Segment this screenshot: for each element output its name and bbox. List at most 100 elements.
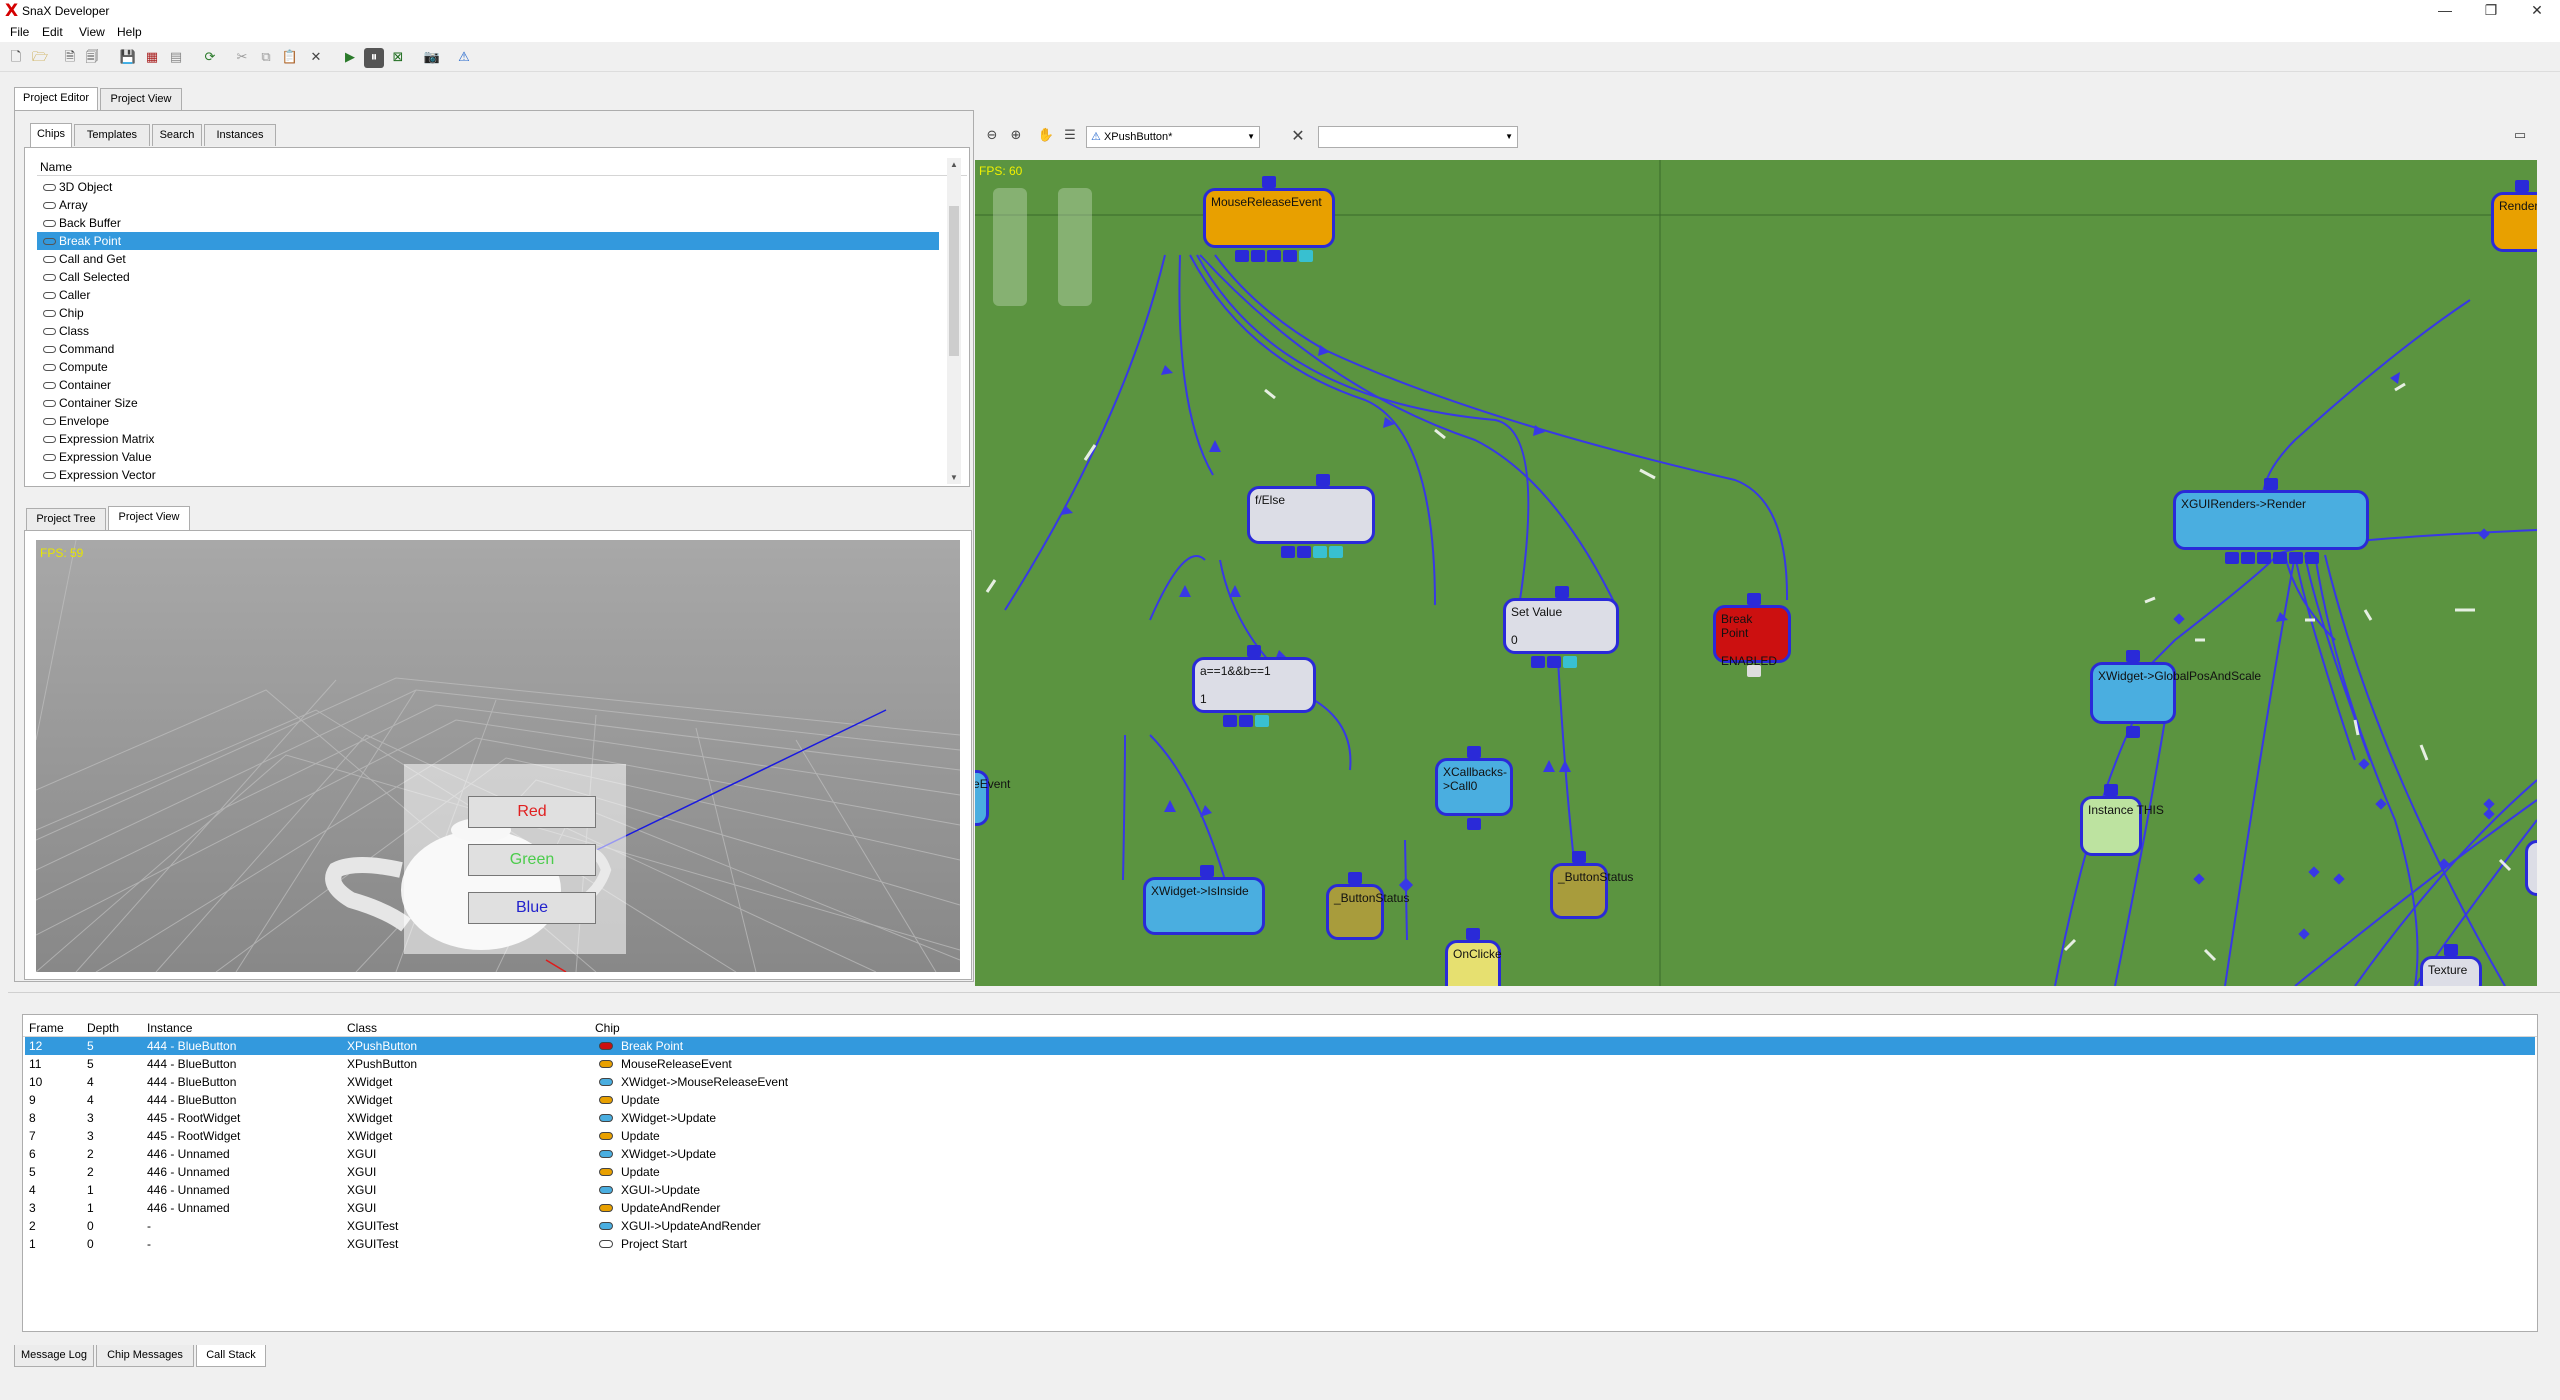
menu-file[interactable]: File <box>10 25 29 39</box>
pin[interactable] <box>1251 250 1265 262</box>
tab-instances[interactable]: Instances <box>204 124 276 146</box>
delete-icon[interactable]: ✕ <box>306 48 326 68</box>
column-depth[interactable]: Depth <box>87 1019 119 1037</box>
pin[interactable] <box>2104 784 2118 796</box>
call-stack-row[interactable]: 10 4 444 - BlueButton XWidget XWidget->Mouse… <box>25 1073 2535 1091</box>
node-texture[interactable]: Texture <box>2420 956 2482 986</box>
tab-search[interactable]: Search <box>152 124 202 146</box>
column-frame[interactable]: Frame <box>29 1019 64 1037</box>
node-instance-this[interactable]: Instance THIS <box>2080 796 2164 856</box>
tab-message-log[interactable]: Message Log <box>14 1345 94 1367</box>
node-render[interactable]: Render <box>2491 192 2537 252</box>
chips-scrollbar[interactable]: ▲ ▼ <box>947 158 961 484</box>
pin[interactable] <box>2225 552 2239 564</box>
open-folder-icon[interactable]: 🗁 <box>30 48 50 68</box>
graph-icon[interactable]: ⚠ <box>454 48 474 68</box>
chip-list-item[interactable]: Expression Vector <box>37 466 939 484</box>
pin[interactable] <box>2515 180 2529 192</box>
chip-list-item[interactable]: 3D Object <box>37 178 939 196</box>
call-stack-row[interactable]: 1 0 - XGUITest Project Start <box>25 1235 2535 1253</box>
chip-list-item[interactable]: Command <box>37 340 939 358</box>
function-select[interactable]: ▼ <box>1318 126 1518 148</box>
chip-list-item[interactable]: Array <box>37 196 939 214</box>
pause-icon[interactable]: ⏸ <box>364 48 384 68</box>
chip-list-item[interactable]: Call Selected <box>37 268 939 286</box>
pin[interactable] <box>1281 546 1295 558</box>
node-expression[interactable]: a==1&&b==1 1 <box>1192 657 1316 713</box>
menu-edit[interactable]: Edit <box>42 25 63 39</box>
call-stack-row[interactable]: 7 3 445 - RootWidget XWidget Update <box>25 1127 2535 1145</box>
column-chip[interactable]: Chip <box>595 1019 620 1037</box>
chip-list-item[interactable]: Caller <box>37 286 939 304</box>
chip-list-item[interactable]: Class <box>37 322 939 340</box>
chip-list-item[interactable]: Container Size <box>37 394 939 412</box>
pin[interactable] <box>1247 645 1261 657</box>
scroll-handle-right[interactable] <box>1058 188 1092 306</box>
call-stack-row[interactable]: 4 1 446 - Unnamed XGUI XGUI->Update <box>25 1181 2535 1199</box>
tab-project-tree[interactable]: Project Tree <box>26 508 106 530</box>
node-button-status-2[interactable]: _ButtonStatus <box>1550 863 1633 919</box>
clear-icon[interactable]: ✕ <box>1288 126 1308 146</box>
back-icon[interactable]: ⊖ <box>982 126 1002 146</box>
node-xcallbacks-call0[interactable]: XCallbacks->Call0 <box>1435 758 1513 816</box>
pin[interactable] <box>1467 746 1481 758</box>
scroll-thumb[interactable] <box>949 206 959 356</box>
maximize-panel-icon[interactable]: ▭ <box>2510 126 2530 146</box>
pin[interactable] <box>1747 665 1761 677</box>
tab-project-view[interactable]: Project View <box>100 88 182 110</box>
save-all-icon[interactable]: ▦ <box>142 48 162 68</box>
tab-call-stack[interactable]: Call Stack <box>196 1345 266 1367</box>
pin[interactable] <box>1572 851 1586 863</box>
chip-list-item[interactable]: Call and Get <box>37 250 939 268</box>
pin[interactable] <box>1747 593 1761 605</box>
new-doc-icon[interactable]: 🗎 <box>60 48 80 68</box>
pin[interactable] <box>2126 726 2140 738</box>
call-stack-row[interactable]: 3 1 446 - Unnamed XGUI UpdateAndRender <box>25 1199 2535 1217</box>
pin[interactable] <box>2126 650 2140 662</box>
node-xwidget-isinside[interactable]: XWidget->IsInside <box>1143 877 1265 935</box>
menu-view[interactable]: View <box>79 25 105 39</box>
chip-graph-canvas[interactable]: FPS: 60 MouseReleaseEvent f/Else Set Val… <box>975 160 2537 986</box>
pin[interactable] <box>1297 546 1311 558</box>
class-select[interactable]: ⚠ XPushButton* ▼ <box>1086 126 1260 148</box>
refresh-icon[interactable]: ⟳ <box>200 48 220 68</box>
pin[interactable] <box>1547 656 1561 668</box>
pin[interactable] <box>1467 818 1481 830</box>
green-button[interactable]: Green <box>468 844 596 876</box>
pin[interactable] <box>1235 250 1249 262</box>
blue-button[interactable]: Blue <box>468 892 596 924</box>
pin[interactable] <box>1255 715 1269 727</box>
chip-list-item[interactable]: Container <box>37 376 939 394</box>
play-icon[interactable]: ▶ <box>340 48 360 68</box>
menu-help[interactable]: Help <box>117 25 142 39</box>
pin[interactable] <box>2444 944 2458 956</box>
node-release-event-offscreen[interactable]: seReleaseEvent <box>975 770 1010 826</box>
chip-list-item[interactable]: Expression Value <box>37 448 939 466</box>
restore-button[interactable]: ❐ <box>2468 0 2514 22</box>
pin[interactable] <box>2264 478 2278 490</box>
copy-icon[interactable]: ⧉ <box>256 48 276 68</box>
call-stack-row[interactable]: 11 5 444 - BlueButton XPushButton MouseRelea… <box>25 1055 2535 1073</box>
chips-list-header[interactable]: Name ▲ <box>37 158 967 176</box>
pin[interactable] <box>2289 552 2303 564</box>
pin[interactable] <box>1299 250 1313 262</box>
pin[interactable] <box>1262 176 1276 188</box>
scroll-up-icon[interactable]: ▲ <box>950 160 958 169</box>
pin[interactable] <box>1283 250 1297 262</box>
pin[interactable] <box>1531 656 1545 668</box>
node-xwidget-globalposandscale[interactable]: XWidget->GlobalPosAndScale <box>2090 662 2261 724</box>
save-icon[interactable]: 💾 <box>118 48 138 68</box>
chip-list-item[interactable]: Chip <box>37 304 939 322</box>
pin[interactable] <box>1316 474 1330 486</box>
tab-project-editor[interactable]: Project Editor <box>14 87 98 111</box>
list-icon[interactable]: ☰ <box>1060 126 1080 146</box>
scroll-down-icon[interactable]: ▼ <box>950 473 958 482</box>
pin[interactable] <box>2257 552 2271 564</box>
column-instance[interactable]: Instance <box>147 1019 192 1037</box>
node-offscreen-right[interactable] <box>2525 840 2537 896</box>
node-on-clicked[interactable]: OnClicke <box>1445 940 1502 986</box>
doc-plus-icon[interactable]: 🗐 <box>82 48 102 68</box>
chip-list-item[interactable]: Envelope <box>37 412 939 430</box>
horizontal-splitter[interactable] <box>8 992 2560 996</box>
pin[interactable] <box>2273 552 2287 564</box>
